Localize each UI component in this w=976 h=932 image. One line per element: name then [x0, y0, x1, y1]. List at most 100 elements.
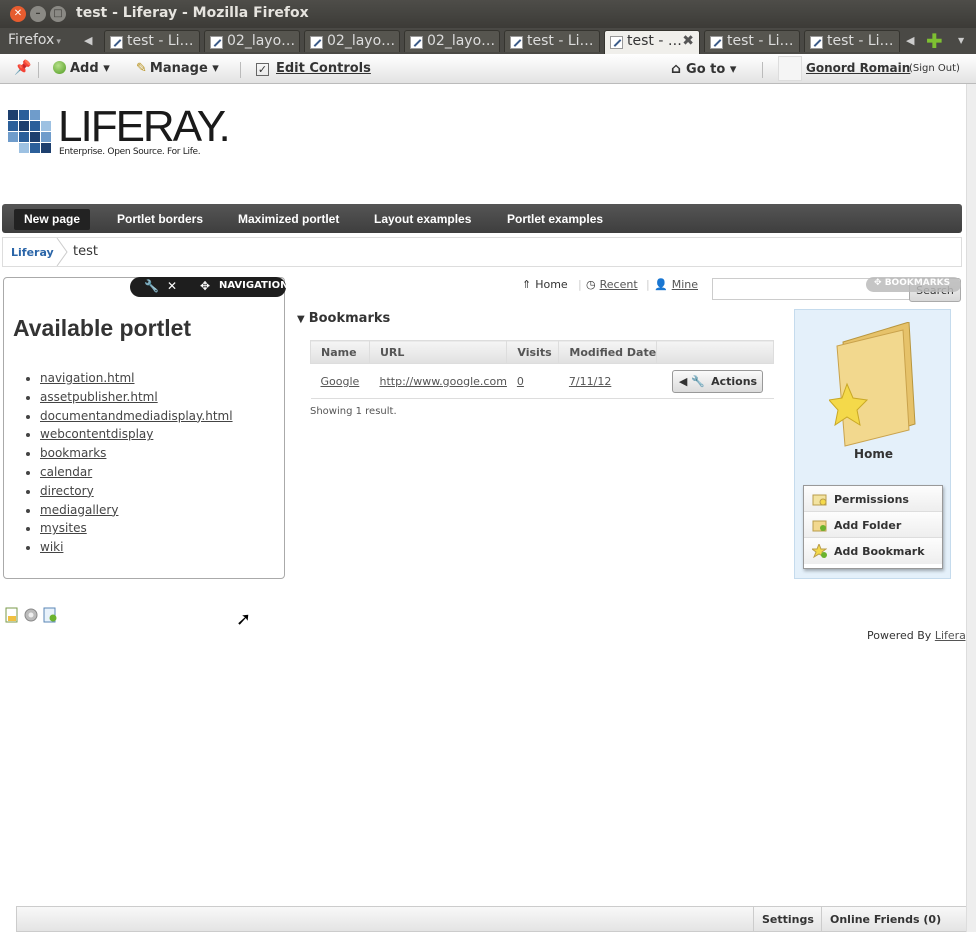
portlet-link[interactable]: documentandmediadisplay.html	[40, 409, 233, 423]
browser-tab[interactable]: test - Li…	[504, 30, 600, 52]
liferay-logo[interactable]: LIFERAY. Enterprise. Open Source. For Li…	[4, 102, 231, 178]
bookmarks-portlet-topper: ✥ BOOKMARKS	[866, 277, 961, 292]
actions-label: Actions	[711, 374, 758, 388]
nav-item-portlet-examples[interactable]: Portlet examples	[497, 209, 613, 230]
breadcrumb-current: test	[73, 244, 98, 259]
portlet-link[interactable]: bookmarks	[40, 446, 106, 460]
bookmark-url-link[interactable]: http://www.google.com	[380, 375, 507, 388]
portlet-link[interactable]: wiki	[40, 540, 63, 554]
tab-close-icon[interactable]: ✖	[682, 33, 694, 49]
column-header-modified-date[interactable]: Modified Date	[558, 340, 658, 364]
bookmarks-home-link[interactable]: ⇑ Home	[522, 278, 568, 291]
edit-controls-toggle[interactable]: ✓ Edit Controls	[256, 61, 371, 76]
new-tab-plus-icon[interactable]: ✚	[926, 29, 943, 53]
home-link-label: Home	[535, 278, 568, 291]
page-add-icon[interactable]	[4, 607, 20, 623]
nav-item-layout-examples[interactable]: Layout examples	[364, 209, 481, 230]
browser-tab[interactable]: test - Li…	[104, 30, 200, 52]
online-friends-button[interactable]: Online Friends (0)	[821, 907, 949, 931]
user-icon: 👤	[654, 278, 668, 291]
browser-tab[interactable]: test - Li…	[704, 30, 800, 52]
portlet-link[interactable]: directory	[40, 484, 94, 498]
permissions-menu-item[interactable]: Permissions	[804, 486, 942, 512]
add-folder-menu-item[interactable]: Add Folder	[804, 512, 942, 538]
add-bookmark-menu-item[interactable]: Add Bookmark	[804, 538, 942, 564]
portlet-link[interactable]: calendar	[40, 465, 92, 479]
table-header-row: Name URL Visits Modified Date	[310, 340, 774, 364]
move-icon: ✥	[874, 278, 885, 288]
page-favicon-icon	[810, 36, 823, 49]
browser-tab[interactable]: 02_layo…	[404, 30, 500, 52]
chat-settings-button[interactable]: Settings	[753, 907, 822, 931]
tab-label: 02_layo…	[427, 33, 496, 49]
portlet-link-list: navigation.html assetpublisher.html docu…	[26, 371, 233, 559]
sign-out-link[interactable]: (Sign Out)	[909, 63, 960, 74]
goto-menu-button[interactable]: ⌂ Go to ▾	[671, 61, 736, 77]
bookmarks-recent-link[interactable]: ◷ Recent	[586, 278, 638, 291]
dockbar-divider	[762, 62, 763, 78]
list-all-tabs-icon[interactable]: ▼	[958, 36, 964, 45]
breadcrumb-root-link[interactable]: Liferay	[11, 246, 54, 259]
window-maximize-button[interactable]: □	[50, 6, 66, 22]
menu-item-label: Add Folder	[834, 519, 902, 532]
triangle-down-icon: ▼	[297, 314, 305, 325]
bookmark-visits-link[interactable]: 0	[517, 375, 524, 388]
bookmark-name-link[interactable]: Google	[321, 375, 360, 388]
vertical-scrollbar[interactable]	[966, 84, 976, 932]
add-folder-icon	[812, 520, 827, 532]
window-minimize-button[interactable]: –	[30, 6, 46, 22]
menu-item-label: Add Bookmark	[834, 545, 925, 558]
wrench-icon[interactable]: 🔧	[144, 279, 159, 293]
close-icon[interactable]: ✕	[167, 279, 177, 293]
column-header-visits[interactable]: Visits	[506, 340, 560, 364]
table-row: Google http://www.google.com 0 7/11/12 ◀…	[310, 363, 774, 399]
mouse-cursor-icon: ➚	[236, 609, 252, 630]
portlet-link[interactable]: assetpublisher.html	[40, 390, 158, 404]
bookmarks-portlet-label: BOOKMARKS	[884, 278, 951, 288]
chat-bar: Settings Online Friends (0)	[16, 906, 974, 932]
window-close-button[interactable]: ✕	[10, 6, 26, 22]
nav-item-new-page[interactable]: New page	[14, 209, 91, 230]
firefox-menu-button[interactable]: Firefox ▾	[8, 32, 61, 48]
dockbar-divider	[240, 62, 241, 78]
portlet-link[interactable]: webcontentdisplay	[40, 427, 153, 441]
list-item: webcontentdisplay	[26, 427, 233, 446]
browser-tabstrip: Firefox ▾ ◀ test - Li… 02_layo… 02_layo… …	[0, 28, 976, 54]
page-settings-icon[interactable]	[42, 607, 58, 623]
portlet-link[interactable]: mysites	[40, 521, 87, 535]
portlet-link[interactable]: mediagallery	[40, 503, 118, 517]
bookmarks-section-title: Bookmarks	[308, 311, 391, 326]
actions-button[interactable]: ◀ 🔧 Actions	[671, 369, 763, 393]
bookmarks-section-toggle[interactable]: ▼ Bookmarks	[297, 311, 390, 326]
pin-icon[interactable]: 📌	[14, 60, 31, 76]
portlet-heading: Available portlet	[13, 315, 192, 341]
nav-item-maximized-portlet[interactable]: Maximized portlet	[228, 209, 349, 230]
caret-left-icon: ◀	[678, 374, 688, 388]
browser-tab[interactable]: test - Li…	[804, 30, 900, 52]
nav-item-portlet-borders[interactable]: Portlet borders	[107, 209, 213, 230]
bookmarks-mine-link[interactable]: 👤 Mine	[654, 278, 698, 291]
column-header-url[interactable]: URL	[368, 340, 508, 364]
list-item: mysites	[26, 521, 233, 540]
gear-icon[interactable]	[23, 607, 39, 623]
user-avatar[interactable]	[778, 56, 802, 81]
browser-tab[interactable]: 02_layo…	[204, 30, 300, 52]
folder-icon[interactable]	[829, 322, 919, 447]
page-favicon-icon	[610, 36, 623, 49]
star-icon	[812, 544, 827, 558]
list-item: wiki	[26, 540, 233, 559]
manage-menu-button[interactable]: ✎ Manage ▾	[136, 61, 219, 76]
page-layout-icons	[4, 607, 58, 623]
user-name-link[interactable]: Gonord Romain	[806, 61, 910, 75]
browser-tab-active[interactable]: test - … ✖	[604, 30, 700, 54]
portlet-link[interactable]: navigation.html	[40, 371, 135, 385]
menu-item-label: Permissions	[834, 493, 909, 506]
add-menu-button[interactable]: Add ▾	[53, 61, 110, 76]
recent-link-label: Recent	[599, 278, 638, 291]
browser-tab[interactable]: 02_layo…	[304, 30, 400, 52]
tab-scroll-right-icon[interactable]: ◀	[906, 34, 914, 47]
move-icon[interactable]: ✥	[200, 279, 210, 293]
column-header-name[interactable]: Name	[310, 340, 370, 364]
tab-scroll-left-icon[interactable]: ◀	[84, 34, 92, 47]
bookmark-modified-link[interactable]: 7/11/12	[569, 375, 611, 388]
